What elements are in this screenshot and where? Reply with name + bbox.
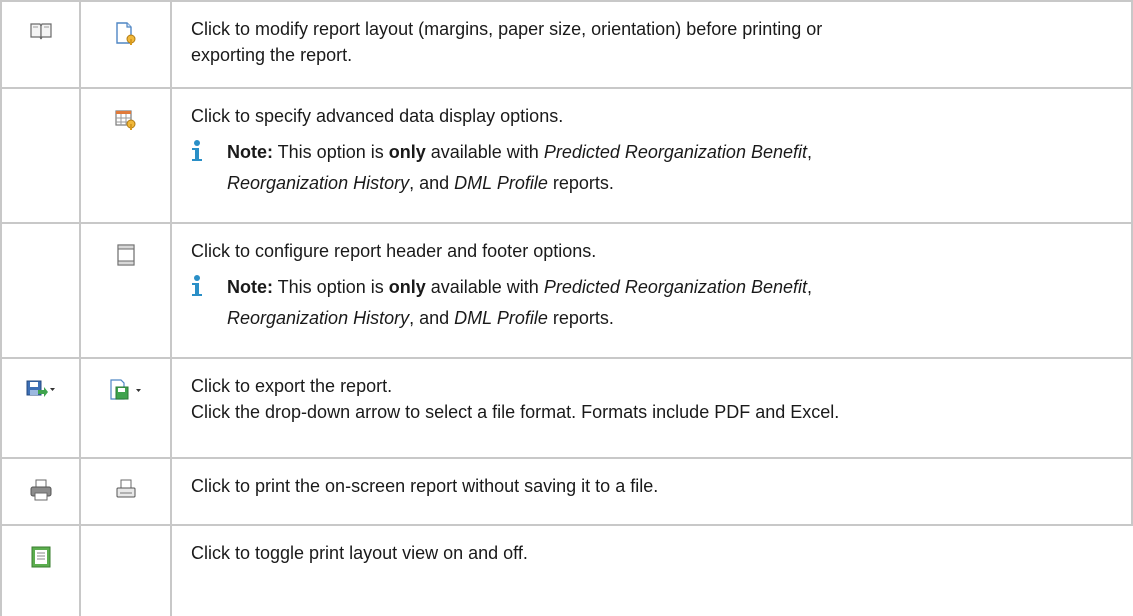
description-text: exporting the report. — [191, 45, 353, 65]
description-text: Click to export the report. — [191, 376, 393, 396]
quick-print-icon[interactable] — [116, 479, 136, 524]
book-icon[interactable] — [29, 22, 52, 87]
description-text: Click the drop-down arrow to select a fi… — [191, 402, 840, 422]
description-text: Click to toggle print layout view on and… — [191, 543, 528, 563]
cell-icon-2 — [79, 2, 170, 87]
table-row: Click to modify report layout (margins, … — [0, 2, 1133, 89]
note-text: Note: This option is only available with… — [227, 142, 813, 193]
cell-icon-2 — [79, 459, 170, 524]
cell-icon-1 — [0, 89, 79, 222]
note-block: Note: This option is only available with… — [191, 137, 1111, 199]
cell-icon-1 — [0, 459, 79, 524]
save-dropdown-icon[interactable] — [109, 379, 143, 457]
info-icon — [191, 272, 227, 334]
description-text: Click to specify advanced data display o… — [191, 106, 564, 126]
header-footer-icon[interactable] — [116, 244, 135, 357]
cell-icon-1 — [0, 359, 79, 457]
cell-icon-1 — [0, 2, 79, 87]
note-block: Note: This option is only available with… — [191, 272, 1111, 334]
description-cell: Click to specify advanced data display o… — [170, 89, 1133, 222]
info-icon — [191, 137, 227, 199]
cell-icon-1 — [0, 224, 79, 357]
table-row: Click to specify advanced data display o… — [0, 89, 1133, 224]
description-text: Click to modify report layout (margins, … — [191, 19, 823, 39]
toolbar-reference-table: Click to modify report layout (margins, … — [0, 0, 1133, 616]
description-cell: Click to print the on-screen report with… — [170, 459, 1133, 524]
cell-icon-2 — [79, 224, 170, 357]
description-cell: Click to modify report layout (margins, … — [170, 2, 1133, 87]
print-layout-icon[interactable] — [31, 546, 51, 616]
cell-icon-2 — [79, 359, 170, 457]
page-setup-icon[interactable] — [115, 22, 137, 87]
description-text: Click to print the on-screen report with… — [191, 476, 659, 496]
table-row: Click to configure report header and foo… — [0, 224, 1133, 359]
table-row: Click to print the on-screen report with… — [0, 459, 1133, 526]
description-cell: Click to export the report. Click the dr… — [170, 359, 1133, 457]
printer-icon[interactable] — [30, 479, 52, 524]
note-text: Note: This option is only available with… — [227, 277, 813, 328]
description-cell: Click to configure report header and foo… — [170, 224, 1133, 357]
description-text: Click to configure report header and foo… — [191, 241, 597, 261]
table-row: Click to export the report. Click the dr… — [0, 359, 1133, 459]
table-options-icon[interactable] — [114, 109, 137, 222]
export-dropdown-icon[interactable] — [26, 379, 56, 457]
cell-icon-2 — [79, 89, 170, 222]
